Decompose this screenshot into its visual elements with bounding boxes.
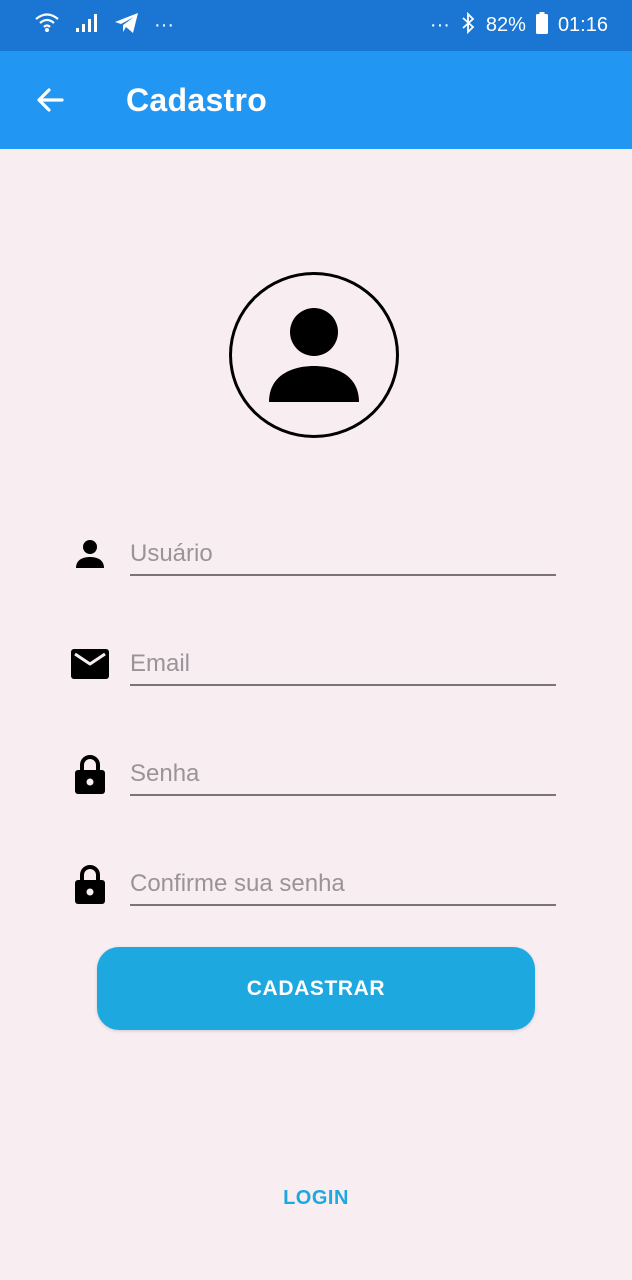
page-title: Cadastro bbox=[126, 81, 268, 118]
telegram-icon bbox=[114, 11, 140, 41]
clock: 01:16 bbox=[557, 14, 608, 36]
person-icon bbox=[70, 534, 110, 574]
battery-percent: 82% bbox=[485, 14, 526, 36]
email-row bbox=[70, 636, 556, 686]
email-icon bbox=[70, 644, 110, 684]
confirm-password-input[interactable] bbox=[130, 864, 556, 906]
signal-icon bbox=[74, 12, 100, 40]
password-row bbox=[70, 746, 556, 796]
password-input[interactable] bbox=[130, 754, 556, 796]
status-bar: ··· ··· 82% 01:16 bbox=[0, 0, 632, 51]
lock-icon bbox=[70, 864, 110, 904]
email-input[interactable] bbox=[130, 644, 556, 686]
lock-icon bbox=[70, 754, 110, 794]
person-icon bbox=[269, 308, 359, 402]
status-left: ··· bbox=[34, 11, 174, 41]
status-right: ··· 82% 01:16 bbox=[430, 11, 608, 41]
back-button[interactable] bbox=[30, 80, 70, 120]
username-row bbox=[70, 526, 556, 576]
more-notifications-icon: ··· bbox=[154, 14, 174, 36]
avatar[interactable] bbox=[229, 272, 399, 438]
bluetooth-icon bbox=[460, 11, 476, 41]
app-bar: Cadastro bbox=[0, 51, 632, 149]
login-button[interactable]: LOGIN bbox=[236, 1176, 396, 1220]
username-input[interactable] bbox=[130, 534, 556, 576]
battery-icon bbox=[535, 11, 548, 40]
more-status-icon: ··· bbox=[429, 14, 450, 36]
wifi-icon bbox=[34, 11, 60, 41]
arrow-back-icon bbox=[37, 88, 64, 112]
confirm-password-row bbox=[70, 856, 556, 906]
register-button[interactable]: CADASTRAR bbox=[97, 947, 535, 1030]
